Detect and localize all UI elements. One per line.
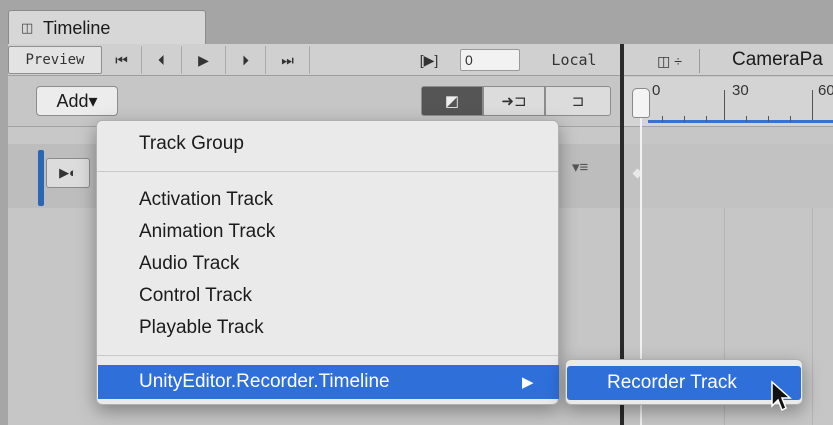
edit-mode-mix-icon[interactable]: ◩ xyxy=(421,86,483,116)
timeline-toolbar: Preview ⏮ ⏴ ▶ ⏵ ⏭ [▶] 0 Local xyxy=(8,44,620,76)
ruler-minor-tick xyxy=(790,116,791,122)
menu-item-playable-track[interactable]: Playable Track xyxy=(139,317,264,339)
menu-item-label: UnityEditor.Recorder.Timeline xyxy=(139,371,390,392)
recorder-submenu: Recorder Track xyxy=(565,359,803,405)
ruler-minor-tick xyxy=(706,116,707,122)
last-frame-icon[interactable]: ⏭ xyxy=(266,46,310,74)
next-frame-icon[interactable]: ⏵ xyxy=(226,46,266,74)
menu-item-recorder-timeline[interactable]: UnityEditor.Recorder.Timeline ▶ xyxy=(98,365,559,399)
menu-item-activation-track[interactable]: Activation Track xyxy=(139,189,273,211)
ruler-label: 30 xyxy=(732,82,749,99)
menu-separator xyxy=(97,171,558,172)
loop-icon[interactable]: [▶] xyxy=(403,46,455,74)
menu-item-recorder-track[interactable]: Recorder Track xyxy=(567,366,801,400)
ruler-minor-tick xyxy=(662,116,663,122)
menu-item-control-track[interactable]: Control Track xyxy=(139,285,252,307)
add-track-menu: Track Group Activation Track Animation T… xyxy=(96,120,559,405)
edit-mode-ripple-icon[interactable]: ➜⊐ xyxy=(483,86,545,116)
timeline-asset-label: CameraPa xyxy=(732,49,823,70)
track-color-stripe xyxy=(38,150,44,206)
menu-item-animation-track[interactable]: Animation Track xyxy=(139,221,275,243)
preview-button[interactable]: Preview xyxy=(8,46,102,74)
ruler-range-line xyxy=(648,120,833,123)
menu-item-track-group[interactable]: Track Group xyxy=(139,133,244,155)
first-frame-icon[interactable]: ⏮ xyxy=(102,46,142,74)
previous-frame-icon[interactable]: ⏴ xyxy=(142,46,182,74)
edit-mode-replace-icon[interactable]: ⊐ xyxy=(545,86,611,116)
grid-line xyxy=(812,208,813,425)
tab-timeline[interactable]: ◫ Timeline xyxy=(8,10,206,44)
frame-field[interactable]: 0 xyxy=(460,49,520,71)
submenu-arrow-icon: ▶ xyxy=(522,374,534,391)
menu-item-label: Recorder Track xyxy=(607,372,737,393)
ruler-major-tick xyxy=(812,90,813,120)
play-icon[interactable]: ▶ xyxy=(182,46,226,74)
ruler-minor-tick xyxy=(746,116,747,122)
duration-mode-icon[interactable]: ◫ ÷ xyxy=(640,49,700,73)
track-options-icon[interactable]: ▾≡ xyxy=(572,158,588,176)
ruler-minor-tick xyxy=(684,116,685,122)
playhead-handle[interactable] xyxy=(632,88,650,118)
menu-item-audio-track[interactable]: Audio Track xyxy=(139,253,239,275)
timeline-track-row[interactable] xyxy=(624,144,833,208)
ruler-minor-tick xyxy=(768,116,769,122)
ruler-label: 60 xyxy=(818,82,833,99)
mouse-pointer-icon xyxy=(771,380,792,412)
tab-title: Timeline xyxy=(43,18,111,38)
ruler-label: 0 xyxy=(652,82,661,99)
local-space-button[interactable]: Local xyxy=(528,46,620,74)
add-track-button[interactable]: Add▾ xyxy=(36,86,118,116)
menu-separator xyxy=(97,355,558,356)
timeline-window-icon: ◫ xyxy=(21,20,34,35)
ruler-major-tick xyxy=(724,90,725,120)
track-type-icon: ▶◐ xyxy=(46,158,90,188)
